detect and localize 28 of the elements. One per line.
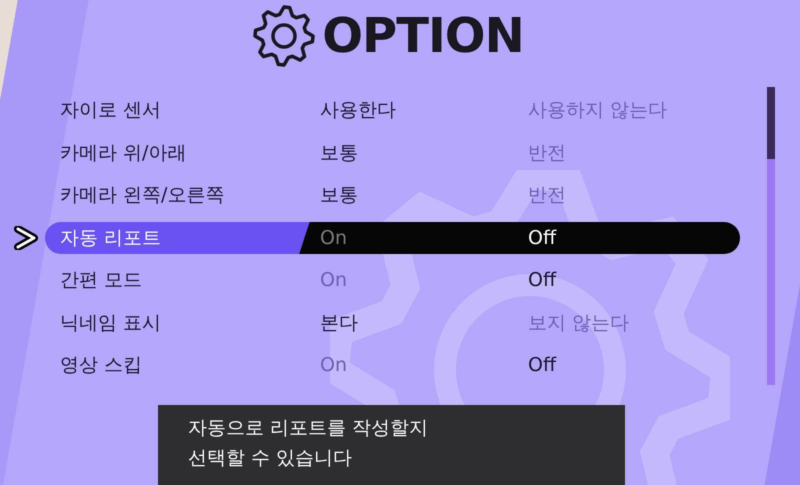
screen-title: OPTION	[322, 8, 524, 64]
option-row[interactable]: 닉네임 표시 본다 보지 않는다	[45, 306, 740, 338]
option-value[interactable]: 본다	[320, 310, 528, 336]
option-row[interactable]: 간편 모드 On Off	[45, 264, 740, 296]
option-label: 영상 스킵	[59, 353, 144, 378]
option-value[interactable]: 사용한다	[320, 97, 528, 123]
option-value[interactable]: Off	[528, 226, 740, 248]
description-text: 자동으로 리포트를 작성할지	[188, 416, 430, 441]
scrollbar[interactable]	[767, 87, 775, 385]
option-label: 카메라 왼쪽/오른쪽	[59, 183, 226, 208]
option-row[interactable]: 자동 리포트 On Off	[45, 222, 740, 254]
option-value[interactable]: Off	[528, 354, 740, 376]
gear-icon	[252, 4, 316, 68]
option-value[interactable]: 보통	[320, 182, 528, 208]
option-label: 자동 리포트	[59, 226, 162, 250]
option-label: 닉네임 표시	[59, 310, 162, 336]
option-row[interactable]: 카메라 왼쪽/오른쪽 보통 반전	[45, 179, 740, 211]
description-text: 선택할 수 있습니다	[188, 446, 354, 471]
option-row[interactable]: 자이로 센서 사용한다 사용하지 않는다	[45, 94, 740, 126]
option-value[interactable]: 보통	[320, 140, 528, 166]
option-label: 카메라 위/아래	[59, 140, 188, 166]
option-label: 자이로 센서	[59, 98, 162, 123]
option-value[interactable]: Off	[528, 269, 740, 291]
option-label: 간편 모드	[59, 268, 144, 293]
option-row[interactable]: 영상 스킵 On Off	[45, 349, 740, 381]
option-row[interactable]: 카메라 위/아래 보통 반전	[45, 136, 740, 168]
option-value[interactable]: On	[320, 226, 528, 248]
scrollbar-thumb[interactable]	[767, 87, 775, 159]
